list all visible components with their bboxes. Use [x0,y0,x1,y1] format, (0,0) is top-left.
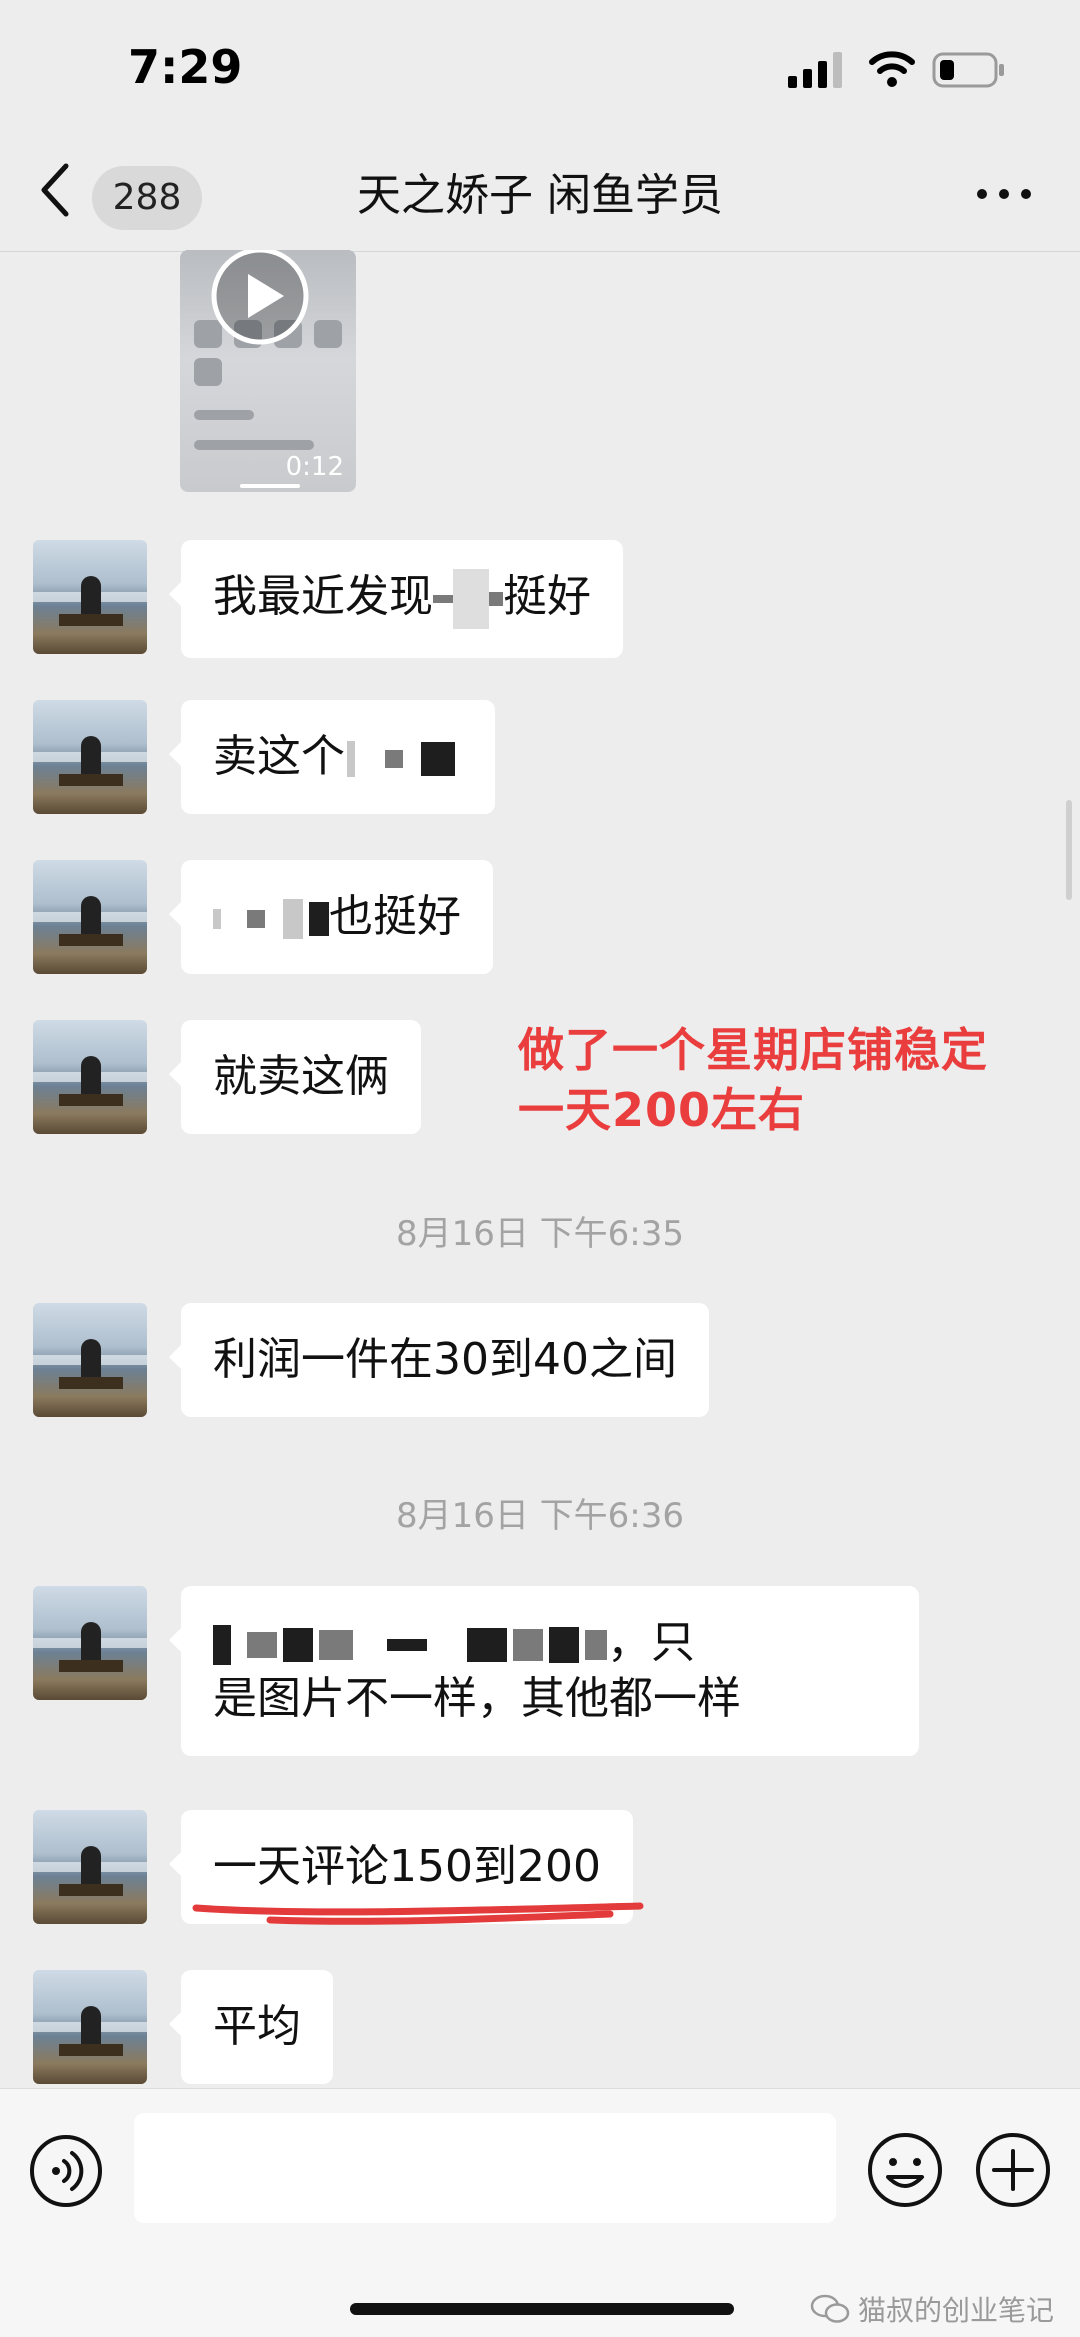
scroll-indicator[interactable] [1066,800,1072,900]
avatar[interactable] [33,860,147,974]
message-text: 就卖这俩 [213,1051,389,1102]
message-line: 是图片不一样，其他都一样 [213,1671,887,1727]
message-text: 一天评论150到200 [213,1841,601,1892]
redacted-text [213,1625,231,1665]
video-duration: 0:12 [285,452,344,482]
message-text: 也挺好 [329,891,461,942]
redacted-text [283,899,303,939]
chat-header: 288 天之娇子 闲鱼学员 [0,140,1080,252]
voice-icon[interactable] [28,2133,104,2209]
red-underline [192,1902,644,1925]
status-time: 7:29 [128,40,243,94]
avatar[interactable] [33,700,147,814]
message-text: 卖这个 [213,731,345,782]
message-bubble: 平均 [169,1970,333,2084]
annotation-line: 一天200左右 [518,1083,806,1137]
message-text: 我最近发现 [213,571,433,622]
video-progress [240,484,300,488]
annotation-line: 做了一个星期店铺稳定 [518,1023,988,1077]
video-thumbnail-shape [194,410,254,420]
message-bubble: ，只 是图片不一样，其他都一样 [169,1586,919,1756]
message-bubble: 我最近发现 挺好 [169,540,623,658]
redacted-text [467,1628,507,1662]
play-icon[interactable] [208,250,312,348]
video-thumbnail-shape [194,358,222,386]
emoji-icon[interactable] [866,2131,944,2209]
timestamp: 8月16日 下午6:35 [395,1214,685,1254]
home-indicator [350,2303,734,2315]
redacted-text [421,742,455,776]
redacted-text [347,741,355,777]
message-text: 平均 [213,2001,301,2052]
message-bubble: 卖这个 [169,700,495,814]
message-text: 是图片不一样，其他都一样 [213,1673,741,1724]
red-annotation: 做了一个星期店铺稳定 一天200左右 [518,1020,988,1140]
message-line: ，只 [213,1615,887,1671]
redacted-text [319,1630,353,1660]
more-icon[interactable] [974,174,1034,214]
chat-title: 天之娇子 闲鱼学员 [357,170,723,221]
status-bar: 7:29 [0,0,1080,140]
message-text: 挺好 [503,571,591,622]
watermark: 猫叔的创业笔记 [810,2289,1054,2329]
redacted-text [489,592,503,606]
avatar[interactable] [33,1970,147,2084]
video-thumbnail-shape [194,440,314,450]
wechat-icon [810,2294,850,2323]
signal-icon [788,52,842,88]
avatar[interactable] [33,540,147,654]
watermark-text: 猫叔的创业笔记 [857,2294,1054,2327]
avatar[interactable] [33,1303,147,1417]
message-bubble: 利润一件在30到40之间 [169,1303,709,1417]
message-text: 利润一件在30到40之间 [213,1334,677,1385]
back-icon[interactable] [36,162,76,218]
input-bar: 猫叔的创业笔记 [0,2088,1080,2337]
avatar[interactable] [33,1020,147,1134]
redacted-text [513,1629,543,1661]
message-input[interactable] [134,2113,836,2223]
redacted-text [385,750,403,768]
wifi-icon [869,51,915,87]
redacted-text [453,569,489,629]
avatar[interactable] [33,1586,147,1700]
message-text: ，只 [607,1617,695,1668]
redacted-text [213,909,221,929]
redacted-text [247,910,265,928]
timestamp: 8月16日 下午6:36 [395,1496,685,1536]
redacted-text [585,1630,607,1660]
message-bubble: 就卖这俩 [169,1020,421,1134]
redacted-text [387,1639,427,1651]
video-thumbnail-shape [314,320,342,348]
redacted-text [283,1628,313,1662]
unread-count-badge[interactable]: 288 [92,166,202,230]
redacted-text [549,1627,579,1663]
message-bubble: 也挺好 [169,860,493,974]
redacted-text [433,595,453,603]
video-message[interactable]: 0:12 [180,250,356,492]
avatar[interactable] [33,1810,147,1924]
battery-icon [932,52,1004,88]
redacted-text [247,1632,277,1658]
redacted-text [309,902,329,936]
plus-icon[interactable] [974,2131,1052,2209]
